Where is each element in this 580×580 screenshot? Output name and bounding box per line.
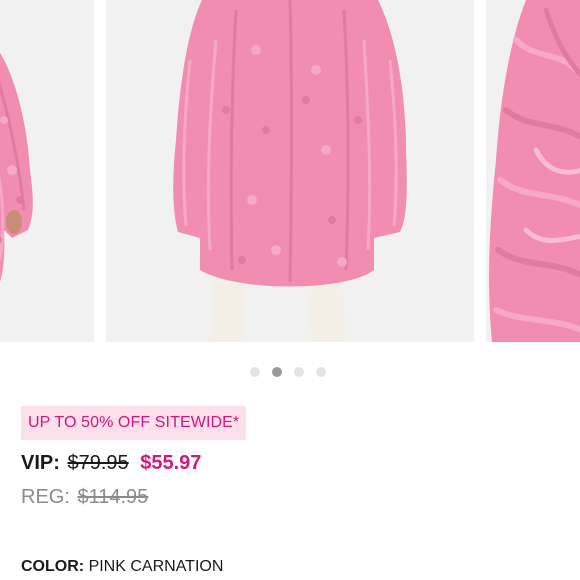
product-image-closeup[interactable]	[486, 0, 580, 342]
product-image-back[interactable]	[106, 0, 474, 342]
carousel-dot-1[interactable]	[250, 367, 260, 377]
product-image-side[interactable]	[0, 0, 94, 342]
color-label: COLOR:	[21, 558, 85, 575]
regular-price-row: REG: $114.95	[21, 484, 148, 510]
reg-price: $114.95	[77, 486, 149, 508]
carousel-dot-2-active[interactable]	[272, 367, 282, 377]
carousel-dot-3[interactable]	[294, 367, 304, 377]
reg-label: REG:	[21, 486, 70, 508]
vip-label: VIP:	[21, 452, 60, 474]
vip-price-row: VIP: $79.95 $55.97	[21, 450, 201, 476]
color-row: COLOR: PINK CARNATION	[21, 556, 223, 578]
carousel-pagination	[250, 367, 326, 377]
vip-sale-price: $55.97	[140, 452, 202, 474]
carousel-dot-4[interactable]	[316, 367, 326, 377]
promo-banner: UP TO 50% OFF SITEWIDE*	[21, 406, 247, 440]
color-value: PINK CARNATION	[88, 558, 224, 575]
product-image-carousel[interactable]	[0, 0, 580, 346]
vip-original-price: $79.95	[67, 452, 129, 474]
